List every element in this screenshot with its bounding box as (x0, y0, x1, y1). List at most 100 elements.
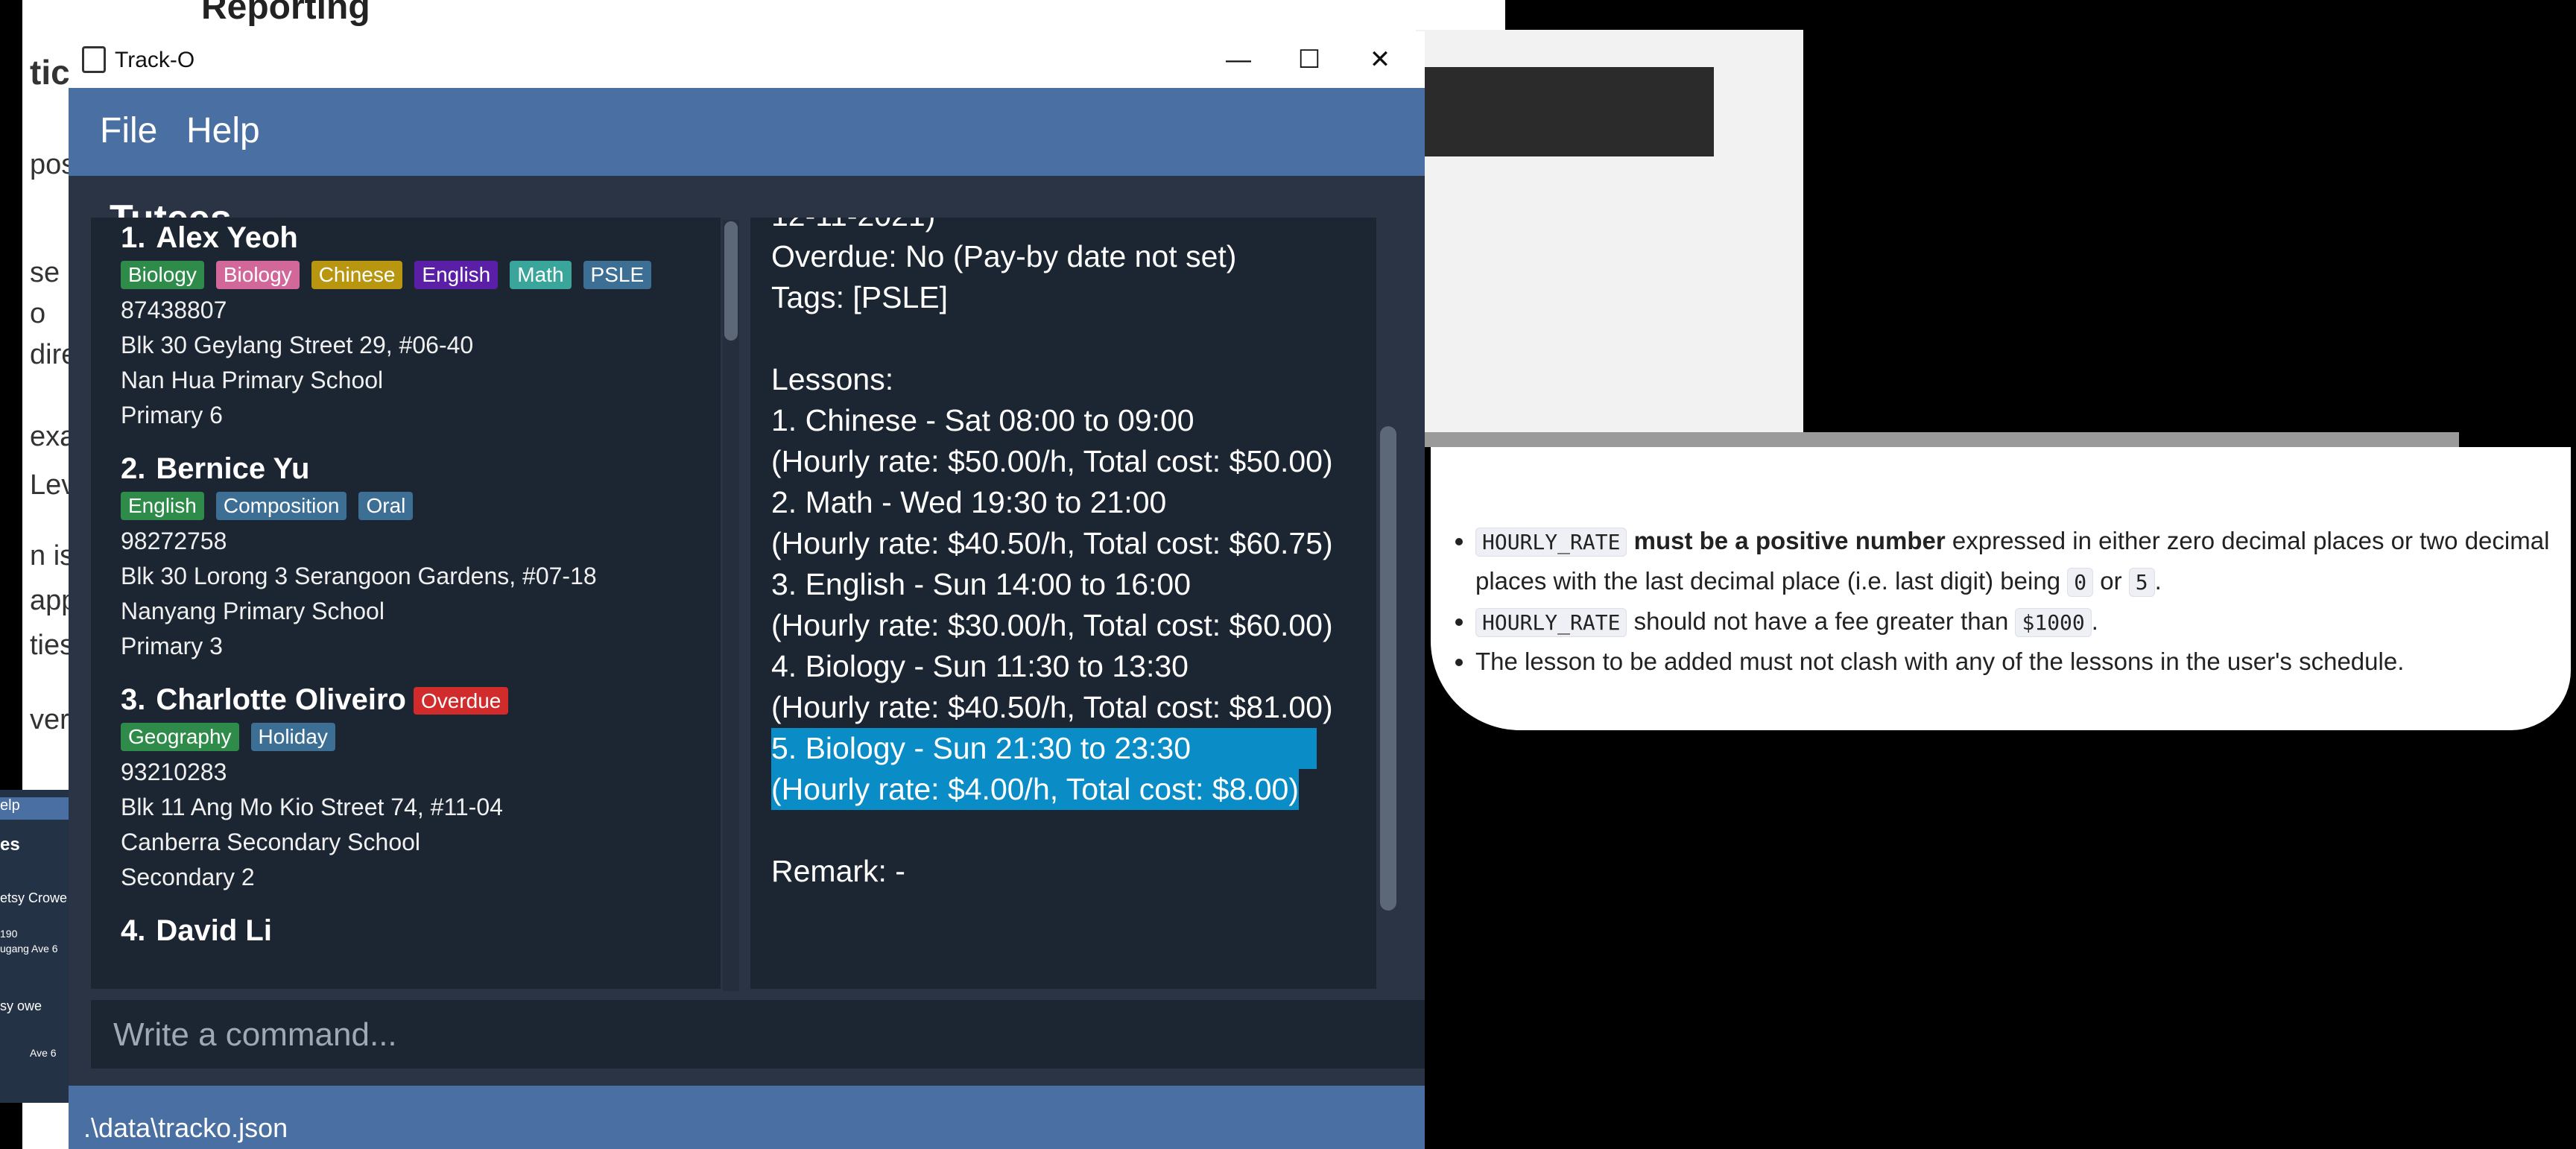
lesson-rate-selected: (Hourly rate: $4.00/h, Total cost: $8.00… (771, 769, 1300, 810)
lessons-heading: Lessons: (771, 362, 894, 396)
command-box (91, 1000, 1425, 1070)
tutee-list-scroll-thumb[interactable] (724, 221, 738, 341)
menu-help[interactable]: Help (186, 110, 260, 151)
bg-app-item: etsy Crowe (0, 890, 68, 905)
tutee-name-text: Bernice Yu (156, 452, 310, 485)
menu-file[interactable]: File (100, 110, 157, 151)
tutee-tags: Biology Biology Chinese English Math PSLE (121, 261, 652, 289)
data-file-path: .\data\tracko.json (83, 1112, 288, 1143)
maximize-button[interactable]: ☐ (1279, 39, 1339, 80)
lesson-title-selected: 5. Biology - Sun 21:30 to 23:30 (771, 728, 1317, 769)
bg-fragment: o (30, 298, 46, 329)
tutee-detail-content: 12-11-2021) Overdue: No (Pay-by date not… (771, 218, 1333, 892)
tutee-tags: English Composition Oral (121, 492, 597, 520)
lesson-title: 3. English - Sun 14:00 to 16:00 (771, 567, 1192, 601)
lesson-rate: (Hourly rate: $40.50/h, Total cost: $60.… (771, 526, 1333, 560)
detail-tags: Tags: [PSLE] (771, 280, 949, 314)
tutee-phone: 87438807 (121, 297, 227, 323)
lesson-rate: (Hourly rate: $50.00/h, Total cost: $50.… (771, 444, 1333, 478)
code-snippet: 0 (2067, 568, 2094, 597)
tutee-list[interactable]: 1. Alex Yeoh Biology Biology Chinese English M… (91, 218, 721, 989)
documentation-panel: HOURLY_RATE must be a positive number ex… (1431, 447, 2571, 730)
tag-badge: Oral (358, 492, 414, 520)
tag-badge: Composition (215, 492, 347, 520)
tutee-level: Primary 3 (121, 633, 223, 659)
doc-text: . (2154, 567, 2162, 595)
tag-badge: Geography (121, 723, 239, 751)
bg-app-title: es (0, 835, 20, 855)
command-input[interactable] (112, 1000, 1382, 1070)
detail-overdue: Overdue: No (Pay-by date not set) (771, 239, 1237, 273)
tutee-phone: 93210283 (121, 759, 227, 785)
doc-text: . (2091, 607, 2098, 635)
tag-badge: Biology (121, 261, 204, 289)
tutee-card[interactable]: 2. Bernice Yu English Composition Oral 982727… (121, 452, 597, 660)
lesson-title: 1. Chinese - Sat 08:00 to 09:00 (771, 403, 1194, 437)
menu-bar: File Help (69, 88, 1425, 176)
tutee-level: Primary 6 (121, 402, 223, 428)
tutee-name: 2. Bernice Yu (121, 452, 597, 486)
status-bar: .\data\tracko.json (69, 1086, 1425, 1149)
code-snippet: $1000 (2015, 608, 2092, 637)
tag-badge: Biology (215, 261, 300, 289)
code-snippet: HOURLY_RATE (1475, 528, 1627, 557)
bg-app-item: 190 (0, 928, 18, 940)
tutee-name: 3. Charlotte Oliveiro Overdue (121, 683, 509, 717)
tutee-index: 3. (121, 683, 146, 716)
tutee-school: Nanyang Primary School (121, 598, 384, 624)
bg-fragment: tic (30, 53, 70, 92)
tutee-name-text: David Li (156, 914, 272, 947)
tutee-card[interactable]: 4. David Li (121, 914, 272, 954)
window-title: Track-O (115, 48, 195, 72)
tutee-address: Blk 30 Lorong 3 Serangoon Gardens, #07-1… (121, 563, 597, 589)
tutee-name-text: Alex Yeoh (156, 221, 298, 254)
tutee-name: 1. Alex Yeoh (121, 221, 651, 255)
detail-remark: Remark: - (771, 854, 905, 888)
tutee-school: Canberra Secondary School (121, 829, 421, 855)
lesson-rate: (Hourly rate: $40.50/h, Total cost: $81.… (771, 690, 1333, 724)
code-snippet: HOURLY_RATE (1475, 608, 1627, 637)
bg-fragment: n is (30, 540, 75, 572)
tutee-index: 4. (121, 914, 146, 947)
tutee-phone: 98272758 (121, 528, 227, 554)
detail-scrollbar[interactable] (1380, 426, 1396, 911)
tutee-detail-panel[interactable]: 12-11-2021) Overdue: No (Pay-by date not… (750, 218, 1376, 989)
tutee-tags: Geography Holiday (121, 723, 508, 751)
doc-text: or (2100, 567, 2122, 595)
bg-fragment: ver (30, 704, 69, 735)
doc-list-item: The lesson to be added must not clash wi… (1475, 642, 2571, 681)
doc-text: The lesson to be added must not clash wi… (1475, 648, 2405, 675)
lesson-rate: (Hourly rate: $30.00/h, Total cost: $60.… (771, 608, 1333, 642)
tutee-list-container: 1. Alex Yeoh Biology Biology Chinese English M… (91, 218, 721, 989)
tag-badge: Holiday (250, 723, 335, 751)
background-divider (1416, 432, 2459, 447)
tutee-address: Blk 30 Geylang Street 29, #06-40 (121, 332, 474, 358)
tutee-level: Secondary 2 (121, 864, 255, 890)
tag-badge: English (414, 261, 499, 289)
documentation-list: HOURLY_RATE must be a positive number ex… (1431, 447, 2571, 681)
tutee-school: Nan Hua Primary School (121, 367, 384, 393)
lesson-title: 4. Biology - Sun 11:30 to 13:30 (771, 649, 1189, 683)
tutee-card[interactable]: 1. Alex Yeoh Biology Biology Chinese English M… (121, 221, 652, 429)
code-snippet: 5 (2128, 568, 2155, 597)
tutee-index: 1. (121, 221, 146, 254)
app-icon (82, 46, 106, 73)
tutee-card[interactable]: 3. Charlotte Oliveiro Overdue Geography Holi… (121, 683, 509, 891)
background-page-title: Reporting (89, 0, 1505, 34)
bg-fragment: ties (30, 630, 75, 661)
tag-badge: PSLE (583, 261, 652, 289)
tutee-name: 4. David Li (121, 914, 272, 948)
minimize-button[interactable]: — (1209, 39, 1268, 80)
app-window: Track-O — ☐ ✕ File Help Tutees 1.Alex Ye… (69, 31, 1425, 1149)
tag-badge: Math (510, 261, 572, 289)
close-button[interactable]: ✕ (1350, 39, 1410, 80)
background-browser-toolbar (1416, 30, 1803, 440)
doc-bold-text: must be a positive number (1633, 527, 1946, 554)
doc-list-item: HOURLY_RATE should not have a fee greate… (1475, 602, 2571, 642)
tutee-address: Blk 11 Ang Mo Kio Street 74, #11-04 (121, 794, 503, 820)
overdue-badge: Overdue (413, 687, 509, 715)
detail-date-line: 12-11-2021) (771, 218, 1333, 236)
tutee-name-text: Charlotte Oliveiro (156, 683, 406, 716)
title-bar[interactable]: Track-O — ☐ ✕ (69, 31, 1425, 88)
doc-list-item: HOURLY_RATE must be a positive number ex… (1475, 522, 2571, 602)
